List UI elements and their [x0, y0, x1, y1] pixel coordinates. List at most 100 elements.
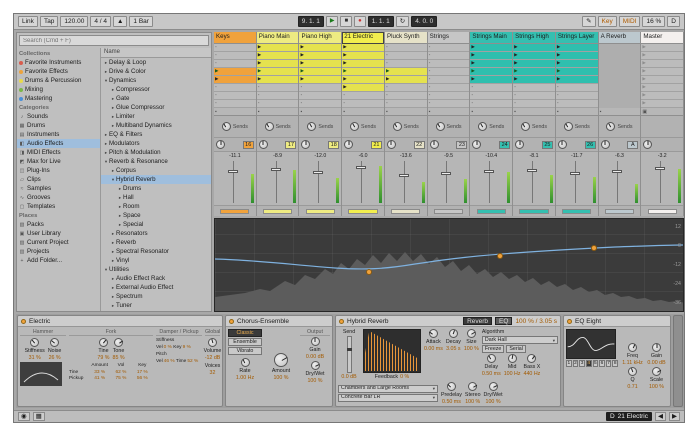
mode-ensemble[interactable]: Ensemble	[228, 338, 262, 346]
spectrum-display[interactable]: 120-12-24-36	[214, 218, 684, 312]
size-knob[interactable]	[467, 329, 476, 338]
eq-eight-title-bar[interactable]: EQ Eight	[564, 316, 670, 327]
quantize-menu[interactable]: 1 Bar	[129, 16, 153, 27]
device-on-toggle[interactable]	[21, 319, 26, 324]
empty-clip-slot[interactable]: ▪	[342, 92, 384, 100]
clip-stop-row[interactable]: ▪	[428, 108, 470, 116]
empty-clip-slot[interactable]: ▪	[428, 84, 470, 92]
send-a-knob[interactable]	[307, 122, 316, 131]
current-device-chip[interactable]: D 21 Electric	[606, 412, 652, 421]
empty-clip-slot[interactable]: ▪	[470, 100, 512, 108]
fader-handle[interactable]	[399, 174, 409, 177]
electric-title-bar[interactable]: Electric	[18, 316, 222, 327]
volume-fader-area[interactable]: -11.7	[556, 152, 598, 206]
drum-pad-icon[interactable]: ▦	[33, 412, 45, 421]
volume-fader-area[interactable]: -6.3	[599, 152, 641, 206]
param-value[interactable]: 52 %	[187, 359, 198, 364]
mode-classic[interactable]: Classic	[228, 329, 262, 337]
stereo-knob[interactable]	[468, 382, 477, 391]
tree-item-resonators[interactable]: ▸Resonators	[101, 229, 211, 238]
pan-knob[interactable]	[515, 140, 524, 149]
loop-toggle[interactable]: ↻	[396, 16, 409, 27]
tree-item-utilities[interactable]: ▾Utilities	[101, 265, 211, 274]
tree-item-limiter[interactable]: ▸Limiter	[101, 112, 211, 121]
pan-knob[interactable]	[387, 140, 396, 149]
scene-launch-slot[interactable]: ▶	[641, 44, 683, 52]
fader-handle[interactable]	[655, 167, 665, 170]
mode-vibrato[interactable]: Vibrato	[228, 347, 262, 355]
send-slider[interactable]	[347, 336, 352, 373]
tree-item-reverb-resonance[interactable]: ▾Reverb & Resonance	[101, 157, 211, 166]
sidebar-item-sounds[interactable]: ♪Sounds	[17, 112, 100, 121]
scale-knob[interactable]	[652, 367, 661, 376]
clip[interactable]: ▶	[257, 76, 299, 84]
track-header[interactable]: Keys	[214, 32, 256, 44]
scroll-right-button[interactable]: ▶	[669, 412, 680, 421]
fader-handle[interactable]	[313, 171, 323, 174]
tree-item-dynamics[interactable]: ▾Dynamics	[101, 76, 211, 85]
track-number-badge[interactable]: 25	[542, 141, 553, 149]
play-button[interactable]: ▶	[326, 16, 339, 27]
sidebar-item-user-library[interactable]: ▣User Library	[17, 229, 100, 238]
fader-handle[interactable]	[570, 172, 580, 175]
track-number-badge[interactable]: 26	[585, 141, 596, 149]
empty-clip-slot[interactable]: ▪	[428, 68, 470, 76]
tree-item-spectrum[interactable]: ▸Spectrum	[101, 292, 211, 301]
sidebar-item-clips[interactable]: ▱Clips	[17, 175, 100, 184]
tree-item-room[interactable]: ▸Room	[101, 202, 211, 211]
draw-mode-button[interactable]: ✎	[582, 16, 595, 27]
tree-item-drive-color[interactable]: ▸Drive & Color	[101, 67, 211, 76]
volume-fader-area[interactable]: -11.1	[214, 152, 256, 206]
sidebar-item-midi-effects[interactable]: ◨MIDI Effects	[17, 148, 100, 157]
arrangement-position-display[interactable]: 9. 1. 1	[298, 16, 324, 27]
volume-fader-area[interactable]: -12.0	[299, 152, 341, 206]
clip[interactable]: ▶	[257, 44, 299, 52]
eq-filter-handle[interactable]	[366, 269, 372, 275]
empty-clip-slot[interactable]: ▪	[513, 100, 555, 108]
send-a-knob[interactable]	[436, 122, 445, 131]
empty-clip-slot[interactable]: ▪	[428, 76, 470, 84]
eq-band-4[interactable]: 4	[586, 360, 592, 367]
clip-stop-row[interactable]: ▪	[214, 108, 256, 116]
pan-knob[interactable]	[472, 140, 481, 149]
tree-item-compressor[interactable]: ▸Compressor	[101, 85, 211, 94]
clip[interactable]: ▶	[342, 52, 384, 60]
stop-button[interactable]: ■	[340, 16, 352, 27]
clip[interactable]: ▶	[299, 52, 341, 60]
sidebar-item-templates[interactable]: ▢Templates	[17, 202, 100, 211]
eq-band-5[interactable]: 5	[593, 360, 599, 367]
track-status-box[interactable]	[562, 209, 591, 214]
sidebar-item-audio-effects[interactable]: ◧Audio Effects	[17, 139, 100, 148]
algorithm-selector[interactable]: Dark Hall▾	[482, 336, 558, 344]
track-status-box[interactable]	[263, 209, 292, 214]
clip[interactable]: ▶	[513, 76, 555, 84]
scene-launch-slot[interactable]: ▶	[641, 92, 683, 100]
eq-band-8[interactable]: 8	[612, 360, 618, 367]
track-status-box[interactable]	[306, 209, 335, 214]
sidebar-item-current-project[interactable]: ▨Current Project	[17, 238, 100, 247]
sidebar-item-mixing[interactable]: Mixing	[17, 85, 100, 94]
track-header[interactable]: 21 Electric	[342, 32, 384, 44]
clip[interactable]: ▶	[214, 76, 256, 84]
ir-waveform-display[interactable]	[363, 329, 421, 373]
chorus-title-bar[interactable]: Chorus-Ensemble	[226, 316, 332, 327]
volume-fader-area[interactable]: -8.9	[257, 152, 299, 206]
pan-knob[interactable]	[344, 140, 353, 149]
clip[interactable]: ▶	[513, 68, 555, 76]
decay-knob[interactable]	[449, 329, 458, 338]
empty-clip-slot[interactable]: ▪	[428, 52, 470, 60]
clip[interactable]: ▶	[257, 52, 299, 60]
amount-knob[interactable]	[274, 353, 288, 367]
clip[interactable]: ▶	[342, 60, 384, 68]
pan-knob[interactable]	[558, 140, 567, 149]
tree-item-multiband-dynamics[interactable]: ▸Multiband Dynamics	[101, 121, 211, 130]
device-on-toggle[interactable]	[567, 319, 572, 324]
dry-wet-knob[interactable]	[489, 382, 498, 391]
tree-item-drums[interactable]: ▸Drums	[101, 184, 211, 193]
routing-selector[interactable]: Serial	[506, 345, 526, 353]
time-signature-display[interactable]: 4 / 4	[90, 16, 111, 27]
track-number-badge[interactable]: 17	[285, 141, 296, 149]
voices-value[interactable]: 32	[210, 370, 216, 376]
pan-knob[interactable]	[601, 140, 610, 149]
track-number-badge[interactable]: 23	[456, 141, 467, 149]
